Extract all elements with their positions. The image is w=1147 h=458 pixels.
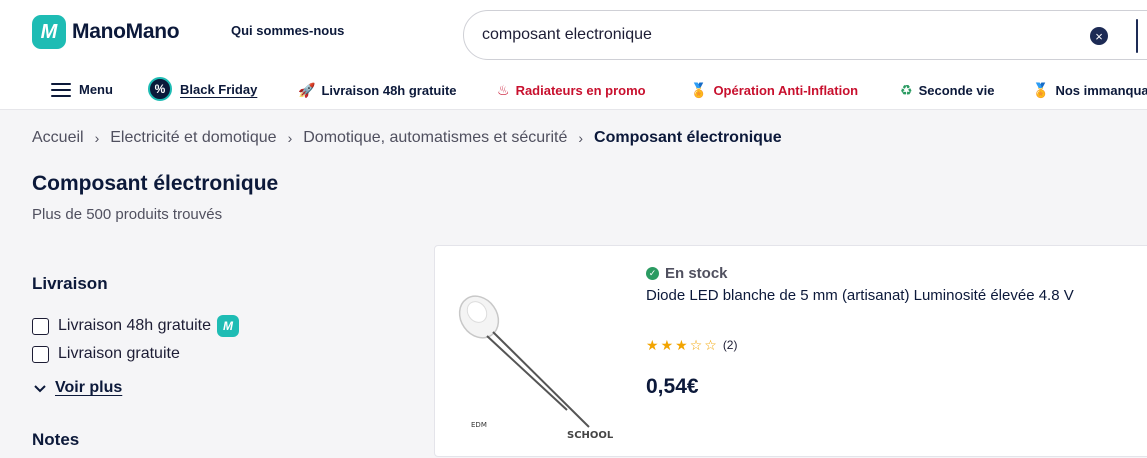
breadcrumb-item[interactable]: Electricité et domotique <box>110 129 276 147</box>
recycle-icon: ♻ <box>900 82 913 98</box>
manomano-badge-icon: M <box>216 315 239 337</box>
filter-option-livraison-48h[interactable]: Livraison 48h gratuite M <box>32 315 239 337</box>
see-more-button[interactable]: Voir plus <box>34 379 122 397</box>
star-full-icon: ★ <box>646 337 659 353</box>
product-price: 0,54€ <box>646 375 699 398</box>
nav-item-label: Nos immanquables <box>1055 83 1147 98</box>
search-submit-edge[interactable] <box>1136 19 1138 53</box>
logo-mark-icon: M <box>32 15 66 49</box>
chevron-down-icon <box>34 381 46 396</box>
search-bar[interactable]: composant electronique × <box>463 10 1147 60</box>
breadcrumb-current: Composant électronique <box>594 129 782 146</box>
filter-option-label: Livraison 48h gratuite <box>58 317 211 334</box>
menu-button[interactable]: Menu <box>51 82 113 97</box>
nav-item-livraison[interactable]: 🚀 Livraison 48h gratuite <box>298 82 457 99</box>
nav-black-friday-label: Black Friday <box>180 81 258 97</box>
chevron-right-icon: › <box>578 130 584 146</box>
breadcrumb: Accueil › Electricité et domotique › Dom… <box>32 129 782 147</box>
clear-search-icon[interactable]: × <box>1090 27 1108 45</box>
nav-item-label: Radiateurs en promo <box>515 83 646 98</box>
nav-item-label: Seconde vie <box>918 83 995 98</box>
filter-option-livraison-gratuite[interactable]: Livraison gratuite <box>32 345 180 363</box>
medal-icon: 🏅 <box>1032 82 1050 98</box>
chevron-right-icon: › <box>287 130 293 146</box>
review-count: (2) <box>722 338 738 352</box>
logo-text: ManoMano <box>72 20 180 43</box>
percent-icon: % <box>148 77 172 101</box>
image-caption: SCHOOL <box>567 430 614 441</box>
nav-item-seconde-vie[interactable]: ♻ Seconde vie <box>900 82 994 99</box>
medal-icon: 🏅 <box>690 82 708 98</box>
radiator-icon: ♨ <box>497 82 510 98</box>
chevron-right-icon: › <box>94 130 100 146</box>
result-count: Plus de 500 produits trouvés <box>32 206 223 223</box>
checkbox[interactable] <box>32 317 49 335</box>
page-title: Composant électronique <box>32 172 279 195</box>
nav-item-label: Livraison 48h gratuite <box>321 83 457 98</box>
stock-status: ✓ En stock <box>646 265 728 282</box>
stock-label: En stock <box>665 265 728 282</box>
see-more-label: Voir plus <box>55 379 123 396</box>
site-header: M ManoMano Qui sommes-nous composant ele… <box>0 0 1147 110</box>
product-title[interactable]: Diode LED blanche de 5 mm (artisanat) Lu… <box>646 287 1074 304</box>
filter-heading-notes: Notes <box>32 430 80 449</box>
breadcrumb-item[interactable]: Domotique, automatismes et sécurité <box>303 129 567 147</box>
filter-heading-livraison: Livraison <box>32 274 108 293</box>
manomano-logo[interactable]: M ManoMano <box>32 15 180 49</box>
brand-mark: EDM <box>471 421 487 429</box>
product-card[interactable]: EDM SCHOOL ✓ En stock Diode LED blanche … <box>434 245 1147 457</box>
product-image[interactable]: EDM SCHOOL <box>449 262 629 444</box>
category-nav: Menu % Black Friday 🚀 Livraison 48h grat… <box>0 74 1147 108</box>
check-circle-icon: ✓ <box>646 267 659 280</box>
filter-option-label: Livraison gratuite <box>58 345 180 362</box>
nav-item-immanquables[interactable]: 🏅 Nos immanquables <box>1032 82 1147 99</box>
breadcrumb-item[interactable]: Accueil <box>32 129 84 147</box>
nav-black-friday[interactable]: % Black Friday <box>148 77 257 101</box>
checkbox[interactable] <box>32 345 49 363</box>
star-empty-icon: ☆ <box>704 337 717 353</box>
hamburger-icon <box>51 82 71 97</box>
star-empty-icon: ☆ <box>689 337 703 353</box>
search-input[interactable]: composant electronique <box>482 26 652 44</box>
star-full-icon: ★ <box>660 337 674 353</box>
nav-item-radiateurs[interactable]: ♨ Radiateurs en promo <box>497 82 646 99</box>
about-link[interactable]: Qui sommes-nous <box>231 23 344 38</box>
nav-item-anti-inflation[interactable]: 🏅 Opération Anti-Inflation <box>690 82 858 99</box>
menu-label: Menu <box>79 82 113 97</box>
rocket-icon: 🚀 <box>298 82 316 98</box>
star-full-icon: ★ <box>675 337 688 353</box>
product-rating[interactable]: ★ ★ ★ ☆ ☆ (2) <box>646 338 737 352</box>
nav-item-label: Opération Anti-Inflation <box>713 83 859 98</box>
